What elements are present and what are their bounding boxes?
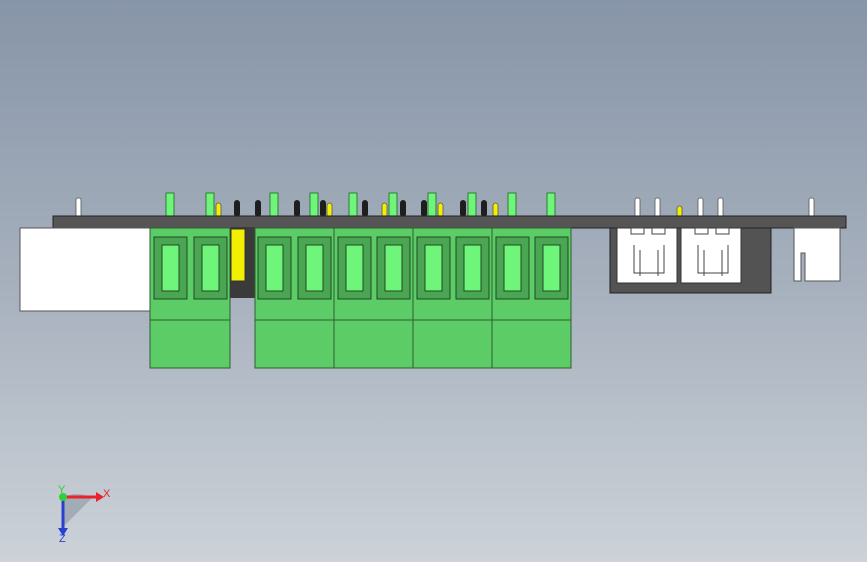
green-pin bbox=[348, 192, 358, 218]
white-pin bbox=[808, 197, 815, 218]
pin-row bbox=[75, 192, 815, 218]
green-pin bbox=[507, 192, 517, 218]
terminal-window bbox=[265, 244, 284, 292]
white-pin bbox=[717, 197, 724, 218]
yellow-pin bbox=[437, 202, 444, 218]
terminal-window bbox=[384, 244, 403, 292]
black-pin bbox=[255, 200, 261, 217]
yellow-pin bbox=[381, 202, 388, 218]
white-pin bbox=[634, 197, 641, 218]
white-pin bbox=[654, 197, 661, 218]
pcb-board bbox=[52, 215, 847, 229]
y-axis-label: Y bbox=[58, 484, 66, 496]
green-pin bbox=[546, 192, 556, 218]
terminal-window bbox=[424, 244, 443, 292]
black-pin bbox=[294, 200, 300, 217]
white-pin bbox=[697, 197, 704, 218]
white-connector-block bbox=[19, 227, 152, 312]
socket-right bbox=[680, 227, 742, 284]
green-pin bbox=[269, 192, 279, 218]
yellow-pin bbox=[676, 205, 683, 218]
terminal-blocks bbox=[149, 227, 572, 369]
black-pin bbox=[234, 200, 240, 217]
terminal-window bbox=[305, 244, 324, 292]
green-pin bbox=[165, 192, 175, 218]
cad-viewport[interactable]: X Y Z bbox=[0, 0, 867, 562]
header-housing bbox=[609, 227, 772, 294]
yellow-part bbox=[230, 228, 246, 282]
green-pin bbox=[309, 192, 319, 218]
terminal-window bbox=[463, 244, 482, 292]
socket-left bbox=[616, 227, 678, 284]
yellow-pin bbox=[215, 202, 222, 218]
terminal-window bbox=[345, 244, 364, 292]
model-view: X Y Z bbox=[19, 192, 847, 545]
terminal-window bbox=[161, 244, 180, 292]
right-bracket bbox=[793, 227, 841, 282]
terminal-window bbox=[503, 244, 522, 292]
black-pin bbox=[481, 200, 487, 217]
z-axis-label: Z bbox=[59, 533, 66, 545]
black-pin bbox=[400, 200, 406, 217]
black-pin bbox=[362, 200, 368, 217]
coordinate-triad: X Y Z bbox=[58, 484, 111, 545]
yellow-pin bbox=[492, 202, 499, 218]
black-pin bbox=[460, 200, 466, 217]
green-pin bbox=[467, 192, 477, 218]
white-pin bbox=[75, 197, 82, 218]
yellow-pin bbox=[326, 202, 333, 218]
green-pin bbox=[388, 192, 398, 218]
green-pin bbox=[205, 192, 215, 218]
terminal-window bbox=[201, 244, 220, 292]
black-pin bbox=[421, 200, 427, 217]
x-axis-label: X bbox=[103, 488, 111, 500]
black-pin bbox=[320, 200, 326, 217]
terminal-window bbox=[542, 244, 561, 292]
green-pin bbox=[427, 192, 437, 218]
